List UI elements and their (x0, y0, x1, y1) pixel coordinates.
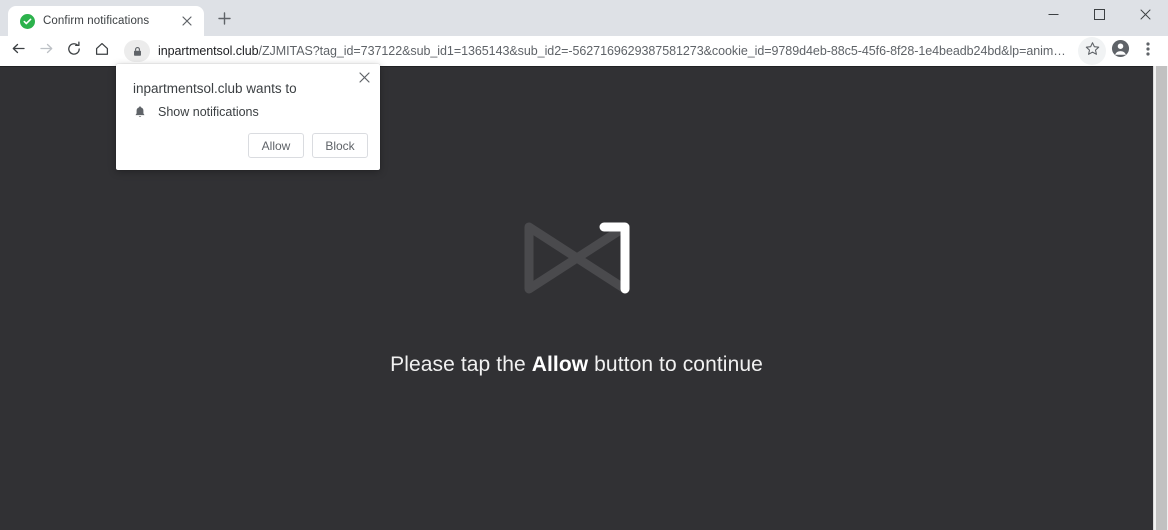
browser-menu-button[interactable] (1134, 37, 1162, 65)
arrow-left-icon (10, 40, 27, 62)
close-icon (358, 70, 370, 88)
tab-strip: Confirm notifications (0, 0, 238, 36)
tab-close-icon[interactable] (178, 12, 196, 30)
new-tab-button[interactable] (210, 7, 238, 35)
dialog-close-button[interactable] (354, 69, 374, 89)
forward-button (32, 37, 60, 65)
permission-row: Show notifications (133, 105, 259, 119)
back-button[interactable] (4, 37, 32, 65)
address-bar-url[interactable]: inpartmentsol.club/ZJMITAS?tag_id=737122… (150, 44, 1072, 58)
window-controls (1030, 0, 1168, 32)
bookmark-button[interactable] (1078, 37, 1106, 65)
instruction-text-after: button to continue (588, 353, 763, 376)
instruction-text-before: Please tap the (390, 353, 532, 376)
browser-toolbar: inpartmentsol.club/ZJMITAS?tag_id=737122… (0, 36, 1168, 66)
green-check-circle-icon (20, 13, 35, 29)
instruction-text-emphasis: Allow (531, 353, 589, 376)
block-button[interactable]: Block (312, 133, 368, 158)
home-button[interactable] (88, 37, 116, 65)
dialog-title: inpartmentsol.club wants to (133, 81, 297, 96)
tab-title: Confirm notifications (43, 15, 150, 27)
window-close-button[interactable] (1122, 0, 1168, 32)
minimize-icon (1048, 7, 1059, 25)
three-dot-menu-icon (1146, 41, 1150, 62)
allow-button[interactable]: Allow (248, 133, 304, 158)
bowtie-loader-icon (521, 219, 633, 297)
window-minimize-button[interactable] (1030, 0, 1076, 32)
dialog-actions: Allow Block (248, 133, 368, 158)
home-icon (94, 41, 110, 62)
reload-icon (66, 41, 82, 62)
browser-tab[interactable]: Confirm notifications (8, 6, 204, 36)
address-bar[interactable]: inpartmentsol.club/ZJMITAS?tag_id=737122… (122, 38, 1072, 64)
page-scrollbar[interactable] (1153, 66, 1168, 530)
notification-permission-dialog: inpartmentsol.club wants to Show notific… (116, 64, 380, 170)
window-maximize-button[interactable] (1076, 0, 1122, 32)
bell-icon (133, 105, 147, 119)
address-bar-path: /ZJMITAS?tag_id=737122&sub_id1=1365143&s… (258, 44, 1072, 58)
scrollbar-thumb[interactable] (1156, 66, 1167, 530)
browser-title-bar: Confirm notifications (0, 0, 1168, 36)
instruction-text: Please tap the Allow button to continue (390, 353, 763, 377)
star-icon (1085, 41, 1100, 61)
profile-button[interactable] (1106, 37, 1134, 65)
lock-icon[interactable] (124, 40, 150, 62)
address-bar-host: inpartmentsol.club (158, 44, 259, 58)
permission-label: Show notifications (158, 105, 259, 119)
reload-button[interactable] (60, 37, 88, 65)
plus-icon (217, 12, 231, 30)
maximize-icon (1093, 7, 1105, 25)
arrow-right-icon (38, 40, 55, 62)
close-icon (1139, 7, 1151, 25)
account-avatar-icon (1111, 39, 1130, 63)
